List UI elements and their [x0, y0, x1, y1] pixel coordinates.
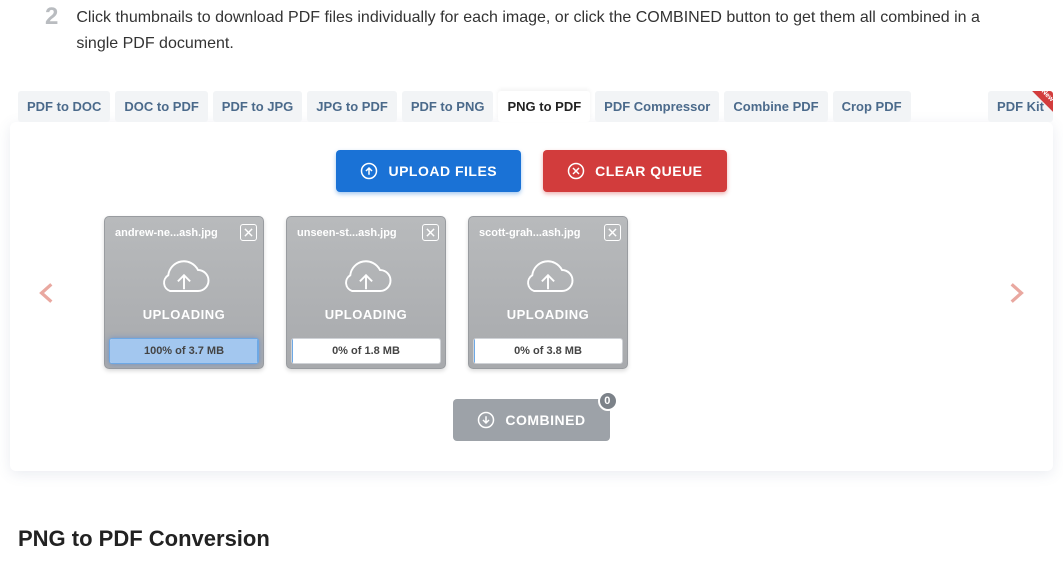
file-name: andrew-ne...ash.jpg [115, 227, 218, 239]
progress-fill [292, 339, 293, 363]
clear-queue-button[interactable]: CLEAR QUEUE [543, 150, 726, 192]
progress-label: 100% of 3.7 MB [144, 345, 224, 357]
tab-pdf-kit-label: PDF Kit [997, 99, 1044, 114]
combined-button[interactable]: COMBINED 0 [453, 399, 609, 441]
step-number: 2 [45, 5, 58, 29]
clear-button-label: CLEAR QUEUE [595, 163, 702, 179]
cloud-upload-icon [156, 255, 212, 299]
action-buttons: UPLOAD FILES CLEAR QUEUE [30, 150, 1033, 192]
file-card[interactable]: unseen-st...ash.jpg UPLOADING [286, 216, 446, 369]
tab-pdf-kit[interactable]: PDF Kit New [988, 91, 1053, 122]
section-heading: PNG to PDF Conversion [18, 526, 1053, 552]
file-progress: 0% of 1.8 MB [291, 338, 441, 364]
tab-combine-pdf[interactable]: Combine PDF [724, 91, 827, 122]
tab-crop-pdf[interactable]: Crop PDF [833, 91, 911, 122]
file-carousel: andrew-ne...ash.jpg UPLOADING [30, 216, 1033, 369]
tab-doc-to-pdf[interactable]: DOC to PDF [115, 91, 207, 122]
progress-label: 0% of 3.8 MB [514, 345, 582, 357]
file-status: UPLOADING [507, 307, 590, 322]
remove-file-button[interactable] [422, 224, 439, 241]
file-progress: 100% of 3.7 MB [109, 338, 259, 364]
file-name: unseen-st...ash.jpg [297, 227, 397, 239]
remove-file-button[interactable] [604, 224, 621, 241]
instruction-step: 2 Click thumbnails to download PDF files… [10, 0, 1053, 61]
combined-row: COMBINED 0 [30, 399, 1033, 441]
upload-panel: UPLOAD FILES CLEAR QUEUE andrew-ne...ash… [10, 122, 1053, 471]
tab-jpg-to-pdf[interactable]: JPG to PDF [307, 91, 397, 122]
tab-pdf-to-png[interactable]: PDF to PNG [402, 91, 494, 122]
tab-pdf-to-doc[interactable]: PDF to DOC [18, 91, 110, 122]
file-name: scott-grah...ash.jpg [479, 227, 580, 239]
progress-label: 0% of 1.8 MB [332, 345, 400, 357]
clear-icon [567, 162, 585, 180]
upload-icon [360, 162, 378, 180]
tab-png-to-pdf[interactable]: PNG to PDF [498, 91, 590, 122]
carousel-next[interactable] [999, 268, 1033, 318]
file-status: UPLOADING [143, 307, 226, 322]
upload-button-label: UPLOAD FILES [388, 163, 497, 179]
cloud-upload-icon [520, 255, 576, 299]
tabs-row: PDF to DOC DOC to PDF PDF to JPG JPG to … [10, 91, 1053, 122]
cloud-upload-icon [338, 255, 394, 299]
file-card[interactable]: andrew-ne...ash.jpg UPLOADING [104, 216, 264, 369]
download-icon [477, 411, 495, 429]
file-card[interactable]: scott-grah...ash.jpg UPLOADING [468, 216, 628, 369]
carousel-prev[interactable] [30, 268, 64, 318]
step-text: Click thumbnails to download PDF files i… [76, 5, 1018, 56]
tab-pdf-compressor[interactable]: PDF Compressor [595, 91, 719, 122]
file-status: UPLOADING [325, 307, 408, 322]
file-progress: 0% of 3.8 MB [473, 338, 623, 364]
combined-button-label: COMBINED [505, 412, 585, 428]
combined-count-badge: 0 [598, 391, 618, 411]
remove-file-button[interactable] [240, 224, 257, 241]
file-cards: andrew-ne...ash.jpg UPLOADING [74, 216, 989, 369]
progress-fill [474, 339, 475, 363]
upload-files-button[interactable]: UPLOAD FILES [336, 150, 521, 192]
tab-pdf-to-jpg[interactable]: PDF to JPG [213, 91, 303, 122]
